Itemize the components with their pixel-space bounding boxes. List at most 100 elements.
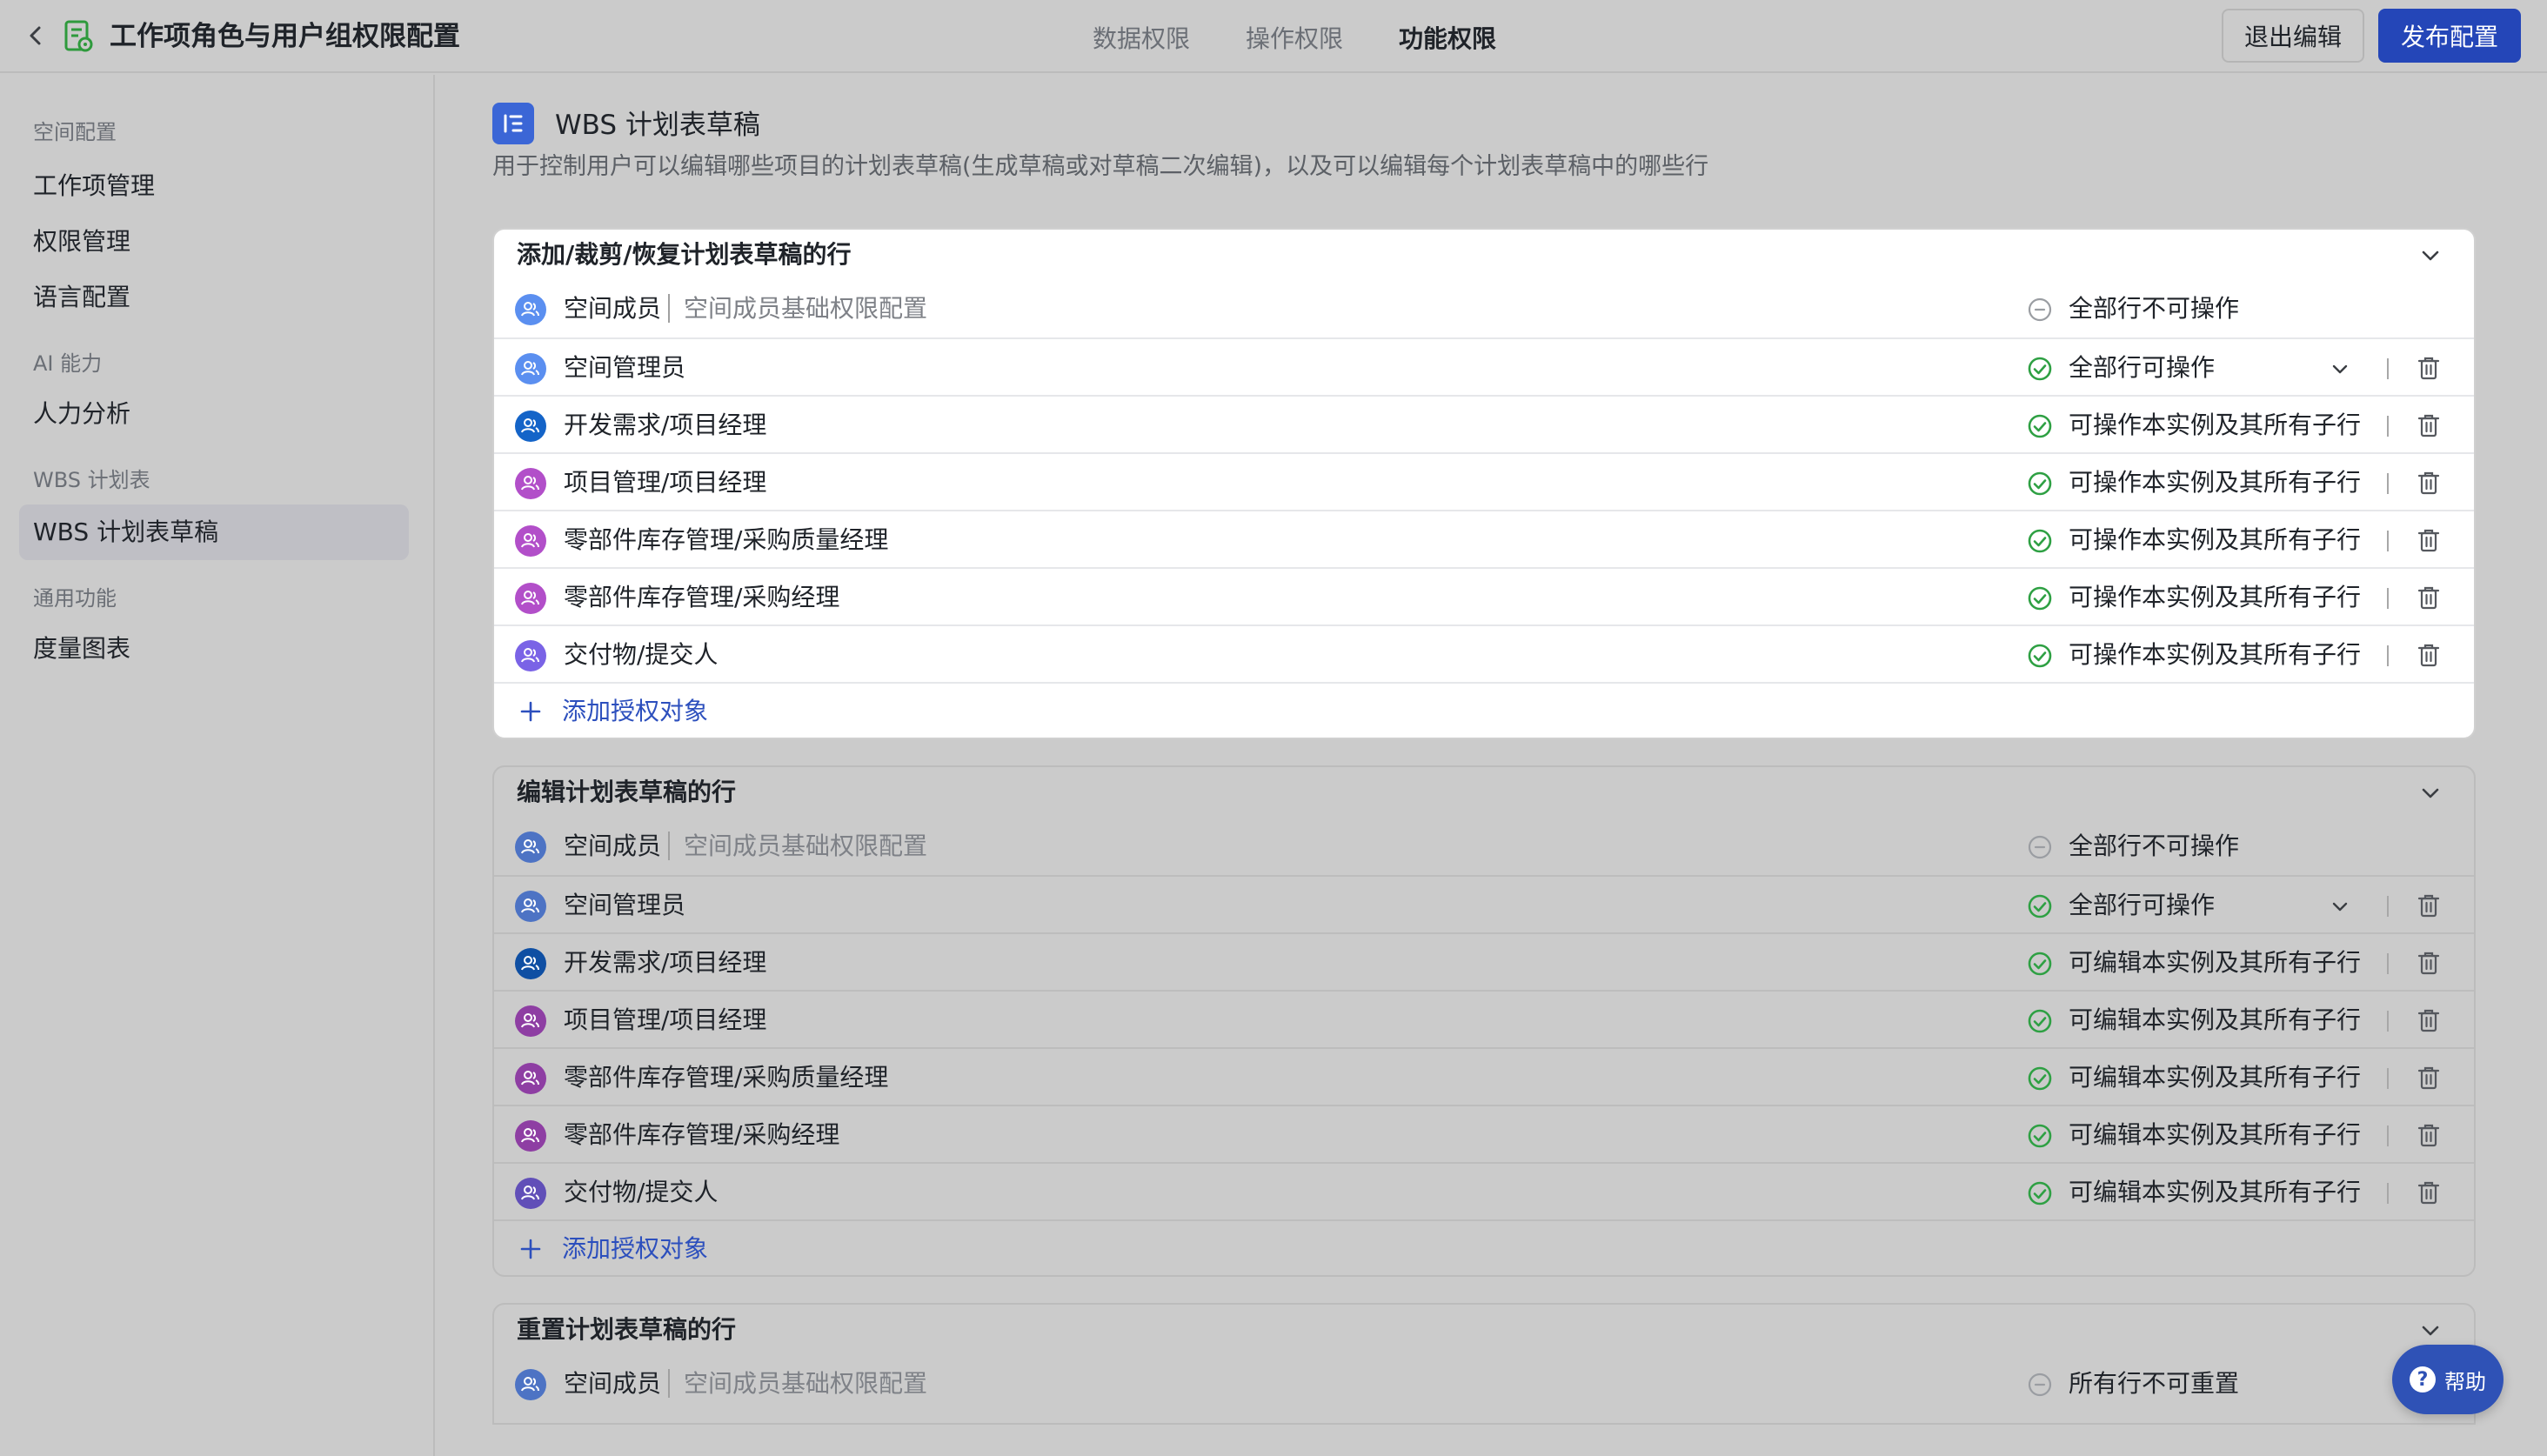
user-group-icon bbox=[515, 294, 546, 325]
question-icon: ? bbox=[2410, 1366, 2436, 1393]
check-circle-icon bbox=[2028, 894, 2052, 918]
check-circle-icon bbox=[2028, 1066, 2052, 1091]
check-circle-icon bbox=[2028, 414, 2052, 438]
section-title[interactable]: 编辑计划表草稿的行 bbox=[494, 767, 2474, 818]
top-bar: 工作项角色与用户组权限配置 数据权限 操作权限 功能权限 退出编辑 发布配置 bbox=[0, 0, 2547, 73]
exit-edit-button[interactable]: 退出编辑 bbox=[2222, 9, 2364, 63]
user-group-icon bbox=[515, 891, 546, 922]
permission-value[interactable]: 可操作本实例及其所有子行 bbox=[2069, 579, 2361, 616]
user-group-icon bbox=[515, 1005, 546, 1037]
divider bbox=[2387, 531, 2389, 551]
sidebar-item-wbs-draft[interactable]: WBS 计划表草稿 bbox=[19, 504, 409, 560]
principal-name: 零部件库存管理/采购经理 bbox=[564, 579, 839, 616]
chevron-down-icon[interactable] bbox=[2418, 781, 2443, 805]
permission-row: 零部件库存管理/采购经理 可操作本实例及其所有子行 bbox=[494, 567, 2474, 624]
sidebar-item-workforce-analysis[interactable]: 人力分析 bbox=[19, 386, 409, 442]
minus-circle-icon bbox=[2028, 297, 2052, 322]
chevron-down-icon[interactable] bbox=[2328, 357, 2352, 381]
minus-circle-icon bbox=[2028, 1373, 2052, 1397]
principal-name: 开发需求/项目经理 bbox=[564, 945, 766, 981]
principal-name: 空间管理员 bbox=[564, 887, 685, 924]
sidebar-item-permission-management[interactable]: 权限管理 bbox=[19, 214, 409, 270]
divider bbox=[2387, 473, 2389, 494]
permission-value[interactable]: 可操作本实例及其所有子行 bbox=[2069, 522, 2361, 558]
user-group-icon bbox=[515, 948, 546, 979]
divider bbox=[2387, 1068, 2389, 1089]
chevron-down-icon[interactable] bbox=[2418, 1319, 2443, 1343]
check-circle-icon bbox=[2028, 471, 2052, 496]
principal-name-text: 空间成员 bbox=[564, 1369, 662, 1398]
principal-name: 零部件库存管理/采购质量经理 bbox=[564, 1059, 888, 1096]
principal-name: 交付物/提交人 bbox=[564, 637, 718, 673]
section-title[interactable]: 重置计划表草稿的行 bbox=[494, 1305, 2474, 1355]
divider bbox=[2387, 896, 2389, 917]
trash-icon[interactable] bbox=[2415, 469, 2443, 497]
permission-row: 空间成员 空间成员基础权限配置 所有行不可重置 bbox=[494, 1355, 2474, 1413]
minus-circle-icon bbox=[2028, 835, 2052, 859]
user-group-icon bbox=[515, 525, 546, 557]
publish-config-button[interactable]: 发布配置 bbox=[2378, 9, 2521, 63]
divider bbox=[2387, 1011, 2389, 1032]
chevron-down-icon[interactable] bbox=[2328, 894, 2352, 918]
section-title[interactable]: 添加/裁剪/恢复计划表草稿的行 bbox=[494, 230, 2474, 280]
trash-icon[interactable] bbox=[2415, 641, 2443, 669]
principal-name: 零部件库存管理/采购质量经理 bbox=[564, 522, 888, 558]
section-title-text: 添加/裁剪/恢复计划表草稿的行 bbox=[517, 240, 852, 269]
check-circle-icon bbox=[2028, 1124, 2052, 1148]
permission-section: 添加/裁剪/恢复计划表草稿的行 空间成员 空间成员基础权限配置 全部行不可操作 空间管理… bbox=[492, 228, 2476, 739]
check-circle-icon bbox=[2028, 586, 2052, 611]
check-circle-icon bbox=[2028, 644, 2052, 668]
permission-value[interactable]: 可操作本实例及其所有子行 bbox=[2069, 407, 2361, 444]
sidebar-item-workitem-management[interactable]: 工作项管理 bbox=[19, 158, 409, 214]
trash-icon[interactable] bbox=[2415, 584, 2443, 611]
sidebar-item-language-config[interactable]: 语言配置 bbox=[19, 270, 409, 325]
permission-value[interactable]: 可编辑本实例及其所有子行 bbox=[2069, 945, 2361, 981]
sidebar-group-label: AI 能力 bbox=[33, 351, 103, 376]
user-group-icon bbox=[515, 1063, 546, 1094]
permission-value[interactable]: 全部行可操作 bbox=[2069, 350, 2215, 386]
page-title: 工作项角色与用户组权限配置 bbox=[110, 21, 460, 52]
permission-value[interactable]: 可编辑本实例及其所有子行 bbox=[2069, 1174, 2361, 1211]
permission-value[interactable]: 全部行可操作 bbox=[2069, 887, 2215, 924]
trash-icon[interactable] bbox=[2415, 411, 2443, 439]
permission-value[interactable]: 可操作本实例及其所有子行 bbox=[2069, 637, 2361, 673]
divider bbox=[2387, 358, 2389, 379]
permission-value[interactable]: 可编辑本实例及其所有子行 bbox=[2069, 1117, 2361, 1153]
tab-operation-permission[interactable]: 操作权限 bbox=[1218, 21, 1371, 57]
principal-name-text: 开发需求/项目经理 bbox=[564, 411, 767, 439]
permission-row: 交付物/提交人 可编辑本实例及其所有子行 bbox=[494, 1162, 2474, 1219]
chevron-down-icon[interactable] bbox=[2418, 244, 2443, 268]
user-group-icon bbox=[515, 1369, 546, 1400]
trash-icon[interactable] bbox=[2415, 892, 2443, 919]
sidebar-item-metric-charts[interactable]: 度量图表 bbox=[19, 621, 409, 677]
back-arrow-icon[interactable] bbox=[23, 23, 49, 49]
trash-icon[interactable] bbox=[2415, 1006, 2443, 1034]
trash-icon[interactable] bbox=[2415, 1121, 2443, 1149]
trash-icon[interactable] bbox=[2415, 526, 2443, 554]
trash-icon[interactable] bbox=[2415, 1179, 2443, 1206]
trash-icon[interactable] bbox=[2415, 354, 2443, 382]
principal-name-text: 空间管理员 bbox=[564, 891, 686, 919]
principal-subtitle: 空间成员基础权限配置 bbox=[668, 1369, 928, 1398]
trash-icon[interactable] bbox=[2415, 949, 2443, 977]
trash-icon[interactable] bbox=[2415, 1064, 2443, 1092]
sidebar-group-label: 通用功能 bbox=[33, 586, 117, 611]
principal-name: 空间管理员 bbox=[564, 350, 685, 386]
permission-value[interactable]: 可编辑本实例及其所有子行 bbox=[2069, 1059, 2361, 1096]
add-principal-button[interactable]: 添加授权对象 bbox=[494, 682, 2474, 738]
document-config-icon bbox=[64, 20, 93, 52]
section-page-title: WBS 计划表草稿 bbox=[555, 110, 760, 141]
principal-name-text: 项目管理/项目经理 bbox=[564, 1005, 767, 1034]
help-button[interactable]: ? 帮助 bbox=[2392, 1345, 2504, 1414]
check-circle-icon bbox=[2028, 1181, 2052, 1206]
permission-value[interactable]: 可操作本实例及其所有子行 bbox=[2069, 464, 2361, 501]
add-principal-label: 添加授权对象 bbox=[562, 1234, 709, 1263]
principal-name-text: 交付物/提交人 bbox=[564, 640, 719, 669]
add-principal-button[interactable]: 添加授权对象 bbox=[494, 1219, 2474, 1275]
permission-section: 编辑计划表草稿的行 空间成员 空间成员基础权限配置 全部行不可操作 空间管理员 全部行可操… bbox=[492, 765, 2476, 1277]
tab-data-permission[interactable]: 数据权限 bbox=[1065, 21, 1218, 57]
divider bbox=[2387, 645, 2389, 666]
permission-row: 开发需求/项目经理 可操作本实例及其所有子行 bbox=[494, 395, 2474, 452]
permission-value[interactable]: 可编辑本实例及其所有子行 bbox=[2069, 1002, 2361, 1039]
tab-function-permission[interactable]: 功能权限 bbox=[1371, 21, 1524, 57]
